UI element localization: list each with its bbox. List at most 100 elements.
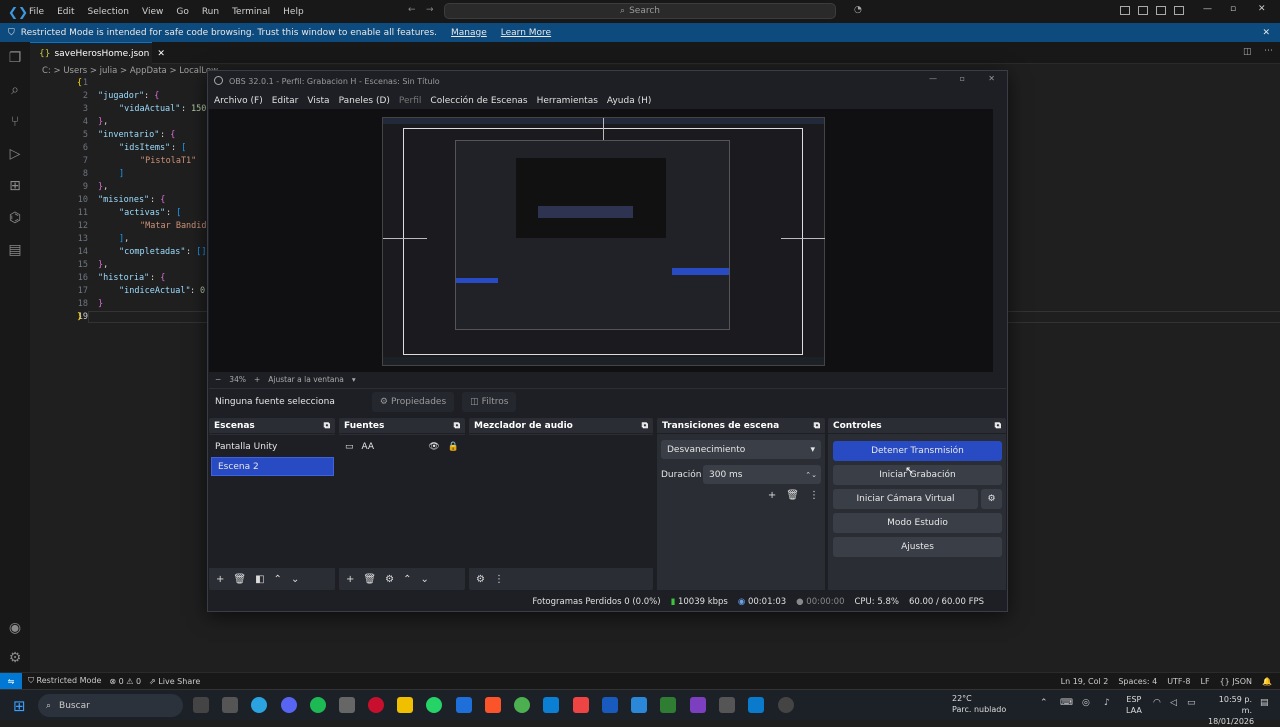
duration-spinbox[interactable]: 300 ms ⌃⌄ — [703, 465, 821, 484]
command-search[interactable]: ⌕ Search — [444, 3, 836, 19]
banner-learn-link[interactable]: Learn More — [501, 28, 551, 38]
spin-arrows-icon[interactable]: ⌃⌄ — [805, 471, 817, 479]
menu-edit[interactable]: Edit — [57, 7, 74, 17]
add-icon[interactable]: + — [216, 574, 224, 585]
maximize-icon[interactable]: ▫ — [1230, 4, 1236, 14]
tray-expand-icon[interactable]: ⌃ — [1040, 698, 1048, 708]
lock-icon[interactable]: 🔒 — [448, 442, 459, 452]
notification-center-icon[interactable]: ▤ — [1260, 698, 1269, 708]
taskbar-search[interactable]: ⌕ Buscar — [38, 694, 183, 717]
telegram-icon[interactable] — [251, 697, 267, 713]
chrome-icon[interactable] — [514, 697, 530, 713]
stop-stream-button[interactable]: Detener Transmisión — [833, 441, 1002, 461]
menu-help[interactable]: Help — [283, 7, 304, 17]
weather-widget[interactable]: 22°C Parc. nublado — [932, 693, 1006, 715]
layout-icon[interactable] — [1120, 6, 1130, 15]
obs-menu-vista[interactable]: Vista — [307, 96, 329, 106]
studio-mode-button[interactable]: Modo Estudio — [833, 513, 1002, 533]
app-blue-icon[interactable] — [631, 697, 647, 713]
scene-item[interactable]: Pantalla Unity — [209, 437, 335, 456]
filter-icon[interactable]: ◧ — [255, 574, 264, 585]
notion-icon[interactable] — [193, 697, 209, 713]
accounts-icon[interactable]: ◉ — [7, 620, 23, 636]
file-explorer-icon[interactable] — [397, 697, 413, 713]
language-status[interactable]: {} JSON — [1220, 677, 1252, 686]
obs-menu-coleccion[interactable]: Colección de Escenas — [430, 96, 527, 106]
move-up-icon[interactable]: ⌃ — [274, 574, 282, 585]
obs-menu-editar[interactable]: Editar — [272, 96, 299, 106]
word-icon[interactable] — [602, 697, 618, 713]
indent-status[interactable]: Spaces: 4 — [1118, 677, 1157, 686]
gear-icon[interactable]: ⚙ — [385, 574, 394, 585]
obs-minimize-icon[interactable]: — — [929, 74, 937, 83]
store-icon[interactable] — [543, 697, 559, 713]
obs-taskbar-icon[interactable] — [778, 697, 794, 713]
run-debug-icon[interactable]: ▷ — [7, 146, 23, 162]
more-options-icon[interactable]: ⋮ — [809, 490, 819, 501]
figma-icon[interactable] — [573, 697, 589, 713]
settings-gear-icon[interactable]: ⚙ — [7, 650, 23, 666]
breadcrumb[interactable]: C: > Users > julia > AppData > LocalLow — [42, 66, 218, 76]
unity-icon[interactable] — [719, 697, 735, 713]
encoding-status[interactable]: UTF-8 — [1167, 677, 1190, 686]
remote-icon[interactable]: ⌬ — [7, 210, 23, 226]
clock[interactable]: 10:59 p. m. 18/01/2026 — [1208, 694, 1254, 727]
sidebar-toggle-icon[interactable] — [1138, 6, 1148, 15]
explorer-icon[interactable]: ❐ — [7, 50, 23, 66]
microphone-icon[interactable]: ♪ — [1104, 698, 1110, 708]
obs-maximize-icon[interactable]: ▫ — [960, 74, 965, 83]
discord-icon[interactable] — [281, 697, 297, 713]
virtual-camera-settings-icon[interactable]: ⚙ — [981, 489, 1002, 509]
calendar-icon[interactable] — [222, 697, 238, 713]
wifi-icon[interactable]: ◠ — [1153, 698, 1161, 708]
copilot-icon[interactable]: ◔ — [854, 5, 862, 15]
settings-button[interactable]: Ajustes — [833, 537, 1002, 557]
banner-close-icon[interactable]: ✕ — [1262, 28, 1270, 38]
volume-icon[interactable]: ◁ — [1170, 698, 1177, 708]
whatsapp-icon[interactable] — [426, 697, 442, 713]
mail-icon[interactable] — [456, 697, 472, 713]
keyboard-icon[interactable]: ⌨ — [1060, 698, 1073, 708]
eol-status[interactable]: LF — [1201, 677, 1210, 686]
steam-icon[interactable]: ◎ — [1082, 698, 1090, 708]
source-item[interactable]: ▭ AA 👁 🔒 — [339, 437, 465, 456]
move-down-icon[interactable]: ⌄ — [291, 574, 299, 585]
windows-start-icon[interactable]: ⊞ — [13, 697, 26, 715]
audio-settings-icon[interactable]: ⚙ — [476, 574, 485, 585]
panel-toggle-icon[interactable] — [1156, 6, 1166, 15]
menu-go[interactable]: Go — [176, 7, 188, 17]
start-recording-button[interactable]: Iniciar Grabación — [833, 465, 1002, 485]
menu-view[interactable]: View — [142, 7, 163, 17]
obs-menu-archivo[interactable]: Archivo (F) — [214, 96, 263, 106]
menu-run[interactable]: Run — [202, 7, 219, 17]
obs-menu-perfil[interactable]: Perfil — [399, 96, 422, 106]
minimize-icon[interactable]: — — [1203, 4, 1212, 14]
app-icon[interactable] — [339, 697, 355, 713]
split-editor-icon[interactable]: ◫ — [1243, 47, 1252, 57]
close-window-icon[interactable]: ✕ — [1258, 4, 1266, 14]
opera-icon[interactable] — [368, 697, 384, 713]
brave-icon[interactable] — [485, 697, 501, 713]
undock-icon[interactable]: ⧉ — [642, 421, 648, 431]
source-control-icon[interactable]: ⑂ — [7, 114, 23, 130]
more-actions-icon[interactable]: ⋯ — [1264, 46, 1273, 56]
obs-menu-ayuda[interactable]: Ayuda (H) — [607, 96, 651, 106]
undock-icon[interactable]: ⧉ — [454, 421, 460, 431]
banner-manage-link[interactable]: Manage — [451, 28, 487, 38]
vscode-taskbar-icon[interactable] — [748, 697, 764, 713]
language-indicator[interactable]: ESP LAA — [1126, 694, 1142, 716]
obs-menu-herramientas[interactable]: Herramientas — [537, 96, 598, 106]
undock-icon[interactable]: ⧉ — [995, 421, 1001, 431]
obs-close-icon[interactable]: ✕ — [988, 74, 995, 83]
back-arrow-icon[interactable]: ← — [408, 5, 416, 15]
battery-icon[interactable]: ▭ — [1187, 698, 1196, 708]
spotify-icon[interactable] — [310, 697, 326, 713]
obs-preview[interactable] — [209, 109, 993, 372]
filters-button[interactable]: ◫ Filtros — [462, 391, 517, 412]
trash-icon[interactable]: 🗑 — [233, 574, 246, 585]
visual-studio-icon[interactable] — [690, 697, 706, 713]
restricted-mode-status[interactable]: ⛉ Restricted Mode — [28, 676, 101, 686]
undock-icon[interactable]: ⧉ — [814, 421, 820, 431]
eye-icon[interactable]: 👁 — [428, 442, 439, 452]
zoom-in-icon[interactable]: + — [254, 375, 260, 384]
